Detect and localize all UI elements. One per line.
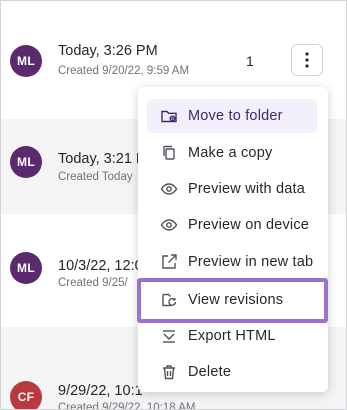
- trash-icon: [158, 361, 180, 383]
- item-subtitle: Created Today: [58, 171, 133, 183]
- menu-item-preview-with-data[interactable]: Preview with data: [147, 172, 317, 206]
- item-title: Today, 3:26 PM: [58, 43, 158, 59]
- menu-item-export-html[interactable]: Export HTML: [147, 319, 317, 353]
- app-frame: ML Today, 3:26 PM Created 9/20/22, 9:59 …: [0, 0, 347, 410]
- menu-item-label: Delete: [188, 364, 232, 380]
- menu-item-label: Preview on device: [188, 217, 310, 233]
- avatar: ML: [10, 45, 42, 77]
- item-subtitle: Created 9/25/: [58, 277, 128, 289]
- folder-move-icon: [158, 105, 180, 127]
- highlight-outline: [137, 278, 328, 323]
- menu-item-label: Preview with data: [188, 181, 306, 197]
- menu-item-label: Preview in new tab: [188, 254, 314, 270]
- kebab-icon: [305, 52, 309, 68]
- export-icon: [158, 325, 180, 347]
- more-options-button[interactable]: [291, 44, 323, 76]
- eye-icon: [158, 214, 180, 236]
- item-title: Today, 3:21 P: [58, 151, 146, 167]
- item-count: 1: [246, 53, 254, 69]
- copy-icon: [158, 142, 180, 164]
- item-title: 10/3/22, 12:0: [58, 258, 143, 274]
- menu-item-make-a-copy[interactable]: Make a copy: [147, 136, 317, 170]
- eye-icon: [158, 178, 180, 200]
- menu-item-delete[interactable]: Delete: [147, 355, 317, 389]
- menu-item-move-to-folder[interactable]: Move to folder: [147, 99, 317, 133]
- avatar: CF: [10, 381, 42, 409]
- avatar: ML: [10, 252, 42, 284]
- menu-item-label: Make a copy: [188, 145, 273, 161]
- item-subtitle: Created 9/20/22, 9:59 AM: [58, 65, 190, 77]
- menu-item-preview-on-device[interactable]: Preview on device: [147, 208, 317, 242]
- menu-item-label: Export HTML: [188, 328, 276, 344]
- item-title: 9/29/22, 10:1: [58, 383, 143, 399]
- context-menu: Move to folder Make a copy Preview with …: [138, 87, 328, 392]
- external-link-icon: [158, 251, 180, 273]
- avatar: ML: [10, 146, 42, 178]
- item-subtitle: Created 9/29/22, 10:18 AM: [58, 402, 196, 410]
- menu-item-label: Move to folder: [188, 108, 283, 124]
- menu-item-preview-in-new-tab[interactable]: Preview in new tab: [147, 245, 317, 279]
